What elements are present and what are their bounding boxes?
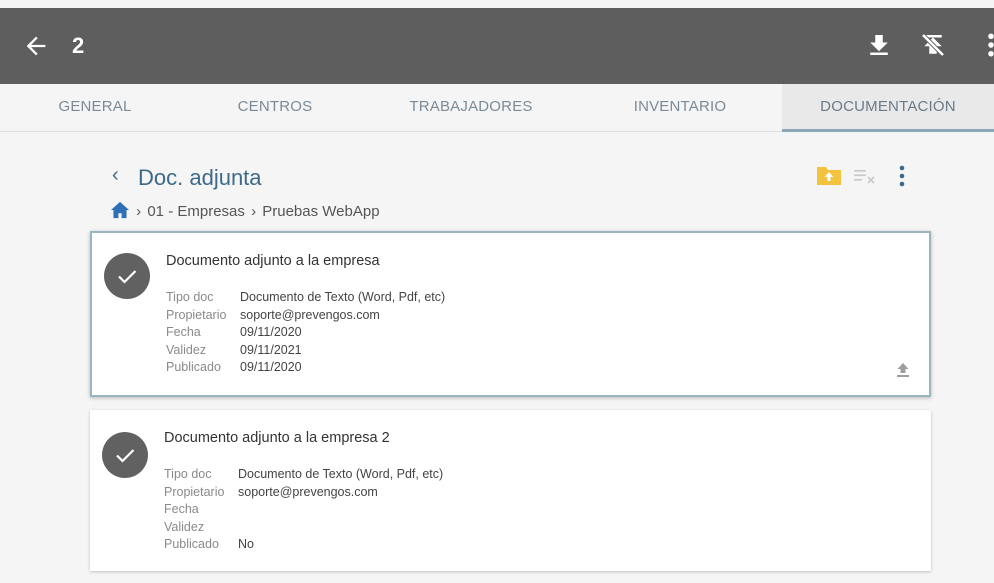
document-card[interactable]: Documento adjunto a la empresa 2 Tipo do… (90, 410, 931, 571)
check-circle-icon (104, 253, 150, 299)
date-value: 09/11/2020 (240, 325, 302, 339)
page-title: Doc. adjunta (138, 165, 262, 190)
field-label: Tipo doc (166, 290, 214, 304)
field-label: Tipo doc (164, 467, 212, 481)
tab-inventario[interactable]: INVENTARIO (600, 84, 760, 132)
published-value: No (238, 537, 254, 551)
record-count: 2 (72, 33, 85, 58)
breadcrumb-separator: › (251, 203, 257, 220)
field-label: Fecha (164, 502, 199, 516)
tab-bar: GENERAL CENTROS TRABAJADORES INVENTARIO … (0, 84, 994, 132)
owner-value: soporte@prevengos.com (238, 484, 378, 499)
owner-value: soporte@prevengos.com (240, 307, 380, 322)
doc-type-value: Documento de Texto (Word, Pdf, etc) (240, 290, 446, 304)
breadcrumb: › 01 - Empresas › Pruebas WebApp (110, 201, 380, 223)
field-label: Propietario (164, 484, 225, 499)
tab-trabajadores[interactable]: TRABAJADORES (396, 84, 546, 132)
breadcrumb-item[interactable]: Pruebas WebApp (262, 203, 379, 220)
breadcrumb-separator: › (136, 203, 142, 220)
published-value: 09/11/2020 (240, 360, 302, 374)
document-title: Documento adjunto a la empresa (166, 253, 380, 269)
field-label: Publicado (164, 537, 219, 551)
document-card[interactable]: Documento adjunto a la empresa Tipo doc D… (90, 231, 931, 397)
field-label: Validez (164, 519, 205, 534)
upload-icon[interactable] (895, 361, 911, 379)
document-fields: Tipo doc Documento de Texto (Word, Pdf, e… (166, 289, 445, 377)
field-label: Fecha (166, 325, 201, 339)
field-label: Propietario (166, 307, 227, 322)
field-label: Publicado (166, 360, 221, 374)
tab-documentacion[interactable]: DOCUMENTACIÓN (782, 84, 994, 132)
document-title: Documento adjunto a la empresa 2 (164, 430, 390, 446)
document-fields: Tipo doc Documento de Texto (Word, Pdf, e… (164, 466, 443, 554)
top-app-bar: 2 (0, 8, 994, 84)
check-circle-icon (102, 432, 148, 478)
breadcrumb-item[interactable]: 01 - Empresas (147, 203, 245, 220)
home-icon[interactable] (110, 201, 130, 219)
back-arrow-icon[interactable] (22, 32, 50, 60)
more-vert-icon[interactable] (976, 30, 994, 60)
chevron-left-icon: ‹ (112, 164, 119, 186)
sync-disabled-icon[interactable] (918, 30, 948, 60)
upload-icon[interactable] (864, 30, 894, 60)
more-vert-icon[interactable] (892, 163, 912, 189)
folder-upload-icon[interactable] (816, 164, 842, 186)
tab-centros[interactable]: CENTROS (205, 84, 345, 132)
tab-general[interactable]: GENERAL (40, 84, 150, 132)
field-label: Validez (166, 342, 207, 357)
clear-list-icon[interactable] (853, 166, 879, 186)
validity-value: 09/11/2021 (240, 342, 302, 357)
doc-type-value: Documento de Texto (Word, Pdf, etc) (238, 467, 444, 481)
